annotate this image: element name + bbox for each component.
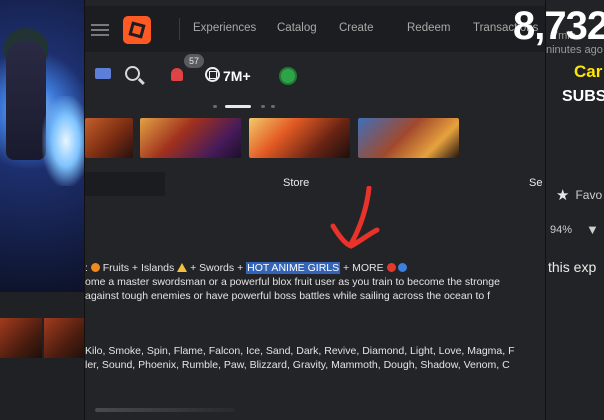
- star-icon: ★: [556, 187, 570, 204]
- fruit-emoji-icon: [90, 263, 100, 272]
- overlay-yellow-text: Car: [574, 62, 603, 81]
- overlay-subscribe-text: SUBS: [562, 88, 604, 105]
- energy-glow: [42, 96, 84, 186]
- desc-more: + MORE: [340, 262, 384, 274]
- messages-icon[interactable]: [95, 68, 111, 79]
- thumbnail-strip: [85, 118, 545, 158]
- carousel-dot[interactable]: [261, 105, 265, 108]
- nav-redeem[interactable]: Redeem: [407, 22, 450, 34]
- description-line-4: Kilo, Smoke, Spin, Flame, Falcon, Ice, S…: [85, 345, 515, 357]
- game-thumbnail-2[interactable]: [140, 118, 241, 158]
- notifications-bell-icon[interactable]: [171, 68, 183, 81]
- desc-fruits: Fruits + Islands: [99, 262, 178, 274]
- desc-prefix: :: [85, 262, 91, 274]
- carousel-indicator: [85, 103, 545, 111]
- this-experience-text: this exp: [548, 259, 597, 275]
- rating-percent: 94%: [550, 224, 573, 236]
- description-line-5: ler, Sound, Phoenix, Rumble, Paw, Blizza…: [85, 359, 510, 371]
- red-circle-emoji-icon: [386, 263, 396, 272]
- nav-divider: [179, 18, 180, 40]
- left-thumbnail-1[interactable]: [0, 318, 42, 358]
- carousel-dot[interactable]: [213, 105, 217, 108]
- tab-bar: Store Se: [85, 172, 545, 196]
- carousel-dot[interactable]: [271, 105, 275, 108]
- roblox-logo-icon[interactable]: [123, 16, 151, 44]
- main-panel: Experiences Catalog Create Redeem Transa…: [84, 0, 546, 420]
- favorite-label: Favo: [575, 188, 603, 202]
- robux-amount[interactable]: 7M+: [223, 68, 251, 84]
- blue-circle-emoji-icon: [398, 263, 408, 272]
- tab-servers[interactable]: Se: [529, 177, 542, 189]
- desc-swords: + Swords +: [187, 262, 247, 274]
- bottom-text-fragment: [95, 408, 235, 412]
- carousel-dot-active[interactable]: [225, 105, 251, 108]
- character-figure: [6, 40, 46, 160]
- favorite-button[interactable]: ★ Favo: [556, 186, 602, 204]
- game-art-left: [0, 0, 84, 292]
- game-thumbnail-1[interactable]: [85, 118, 133, 158]
- selected-text-highlight[interactable]: HOT ANIME GIRLS: [246, 262, 341, 274]
- description-line-3: against tough enemies or have powerful b…: [85, 290, 491, 302]
- nav-create[interactable]: Create: [339, 22, 374, 34]
- notifications-badge: 57: [184, 54, 204, 68]
- gear-icon[interactable]: [281, 69, 295, 83]
- toolbar: 57 7M+: [85, 52, 545, 102]
- thumbs-down-icon[interactable]: ▼: [586, 222, 599, 237]
- description-line-1: : Fruits + Islands + Swords + HOT ANIME …: [85, 262, 545, 274]
- tab-store[interactable]: Store: [283, 177, 309, 189]
- search-icon[interactable]: [125, 66, 140, 81]
- description-line-2: ome a master swordsman or a powerful blo…: [85, 276, 500, 288]
- top-navigation: Experiences Catalog Create Redeem Transa…: [85, 6, 545, 52]
- game-thumbnail-4[interactable]: [358, 118, 459, 158]
- robux-icon[interactable]: [205, 67, 220, 82]
- red-arrow-annotation: [330, 186, 380, 249]
- nav-experiences[interactable]: Experiences: [193, 22, 256, 34]
- tab-about[interactable]: [85, 172, 165, 196]
- view-count-overlay: 8,732: [513, 4, 604, 48]
- game-thumbnail-3[interactable]: [249, 118, 350, 158]
- menu-icon[interactable]: [91, 24, 109, 36]
- island-emoji-icon: [177, 263, 188, 272]
- left-thumbnail-2[interactable]: [44, 318, 86, 358]
- nav-catalog[interactable]: Catalog: [277, 22, 317, 34]
